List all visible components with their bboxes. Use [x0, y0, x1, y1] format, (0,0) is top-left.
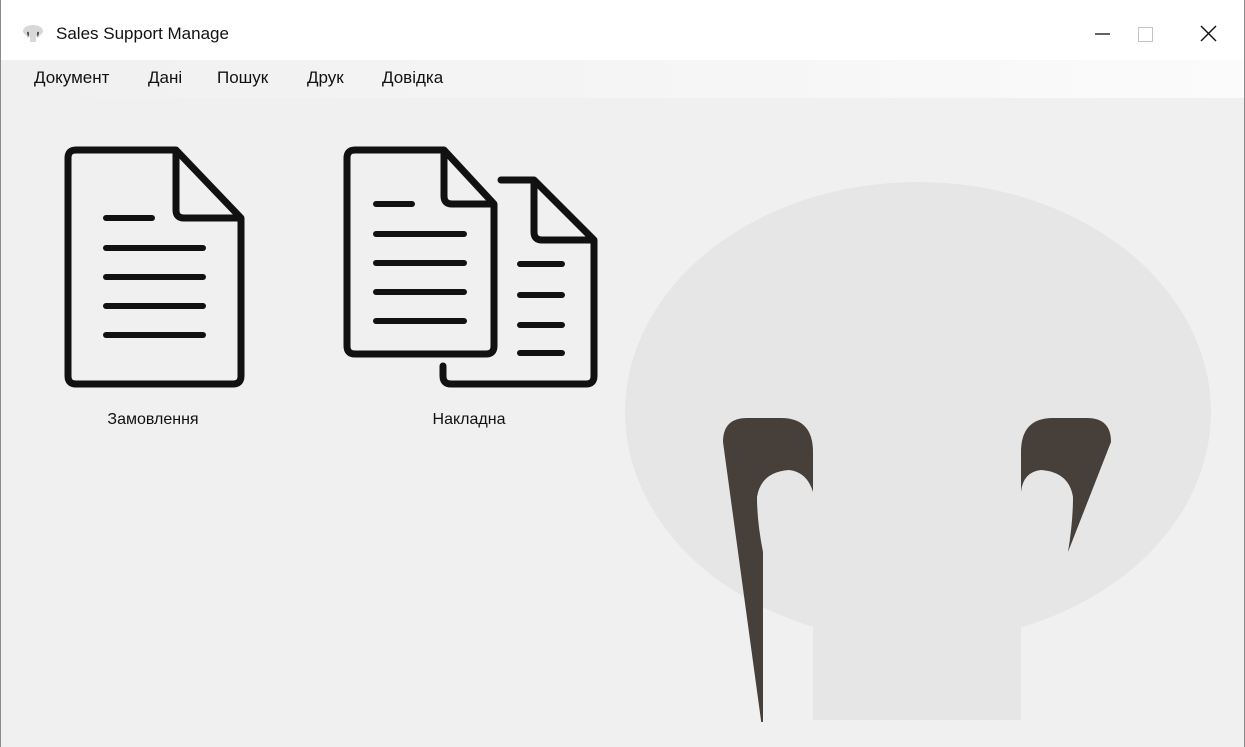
menu-print[interactable]: Друк [305, 68, 346, 88]
documents-icon [343, 146, 598, 388]
mushroom-icon [23, 25, 43, 42]
menu-data[interactable]: Дані [146, 68, 184, 88]
invoice-tile[interactable]: Накладна [336, 140, 606, 440]
mushroom-logo [625, 182, 1211, 722]
minimize-button[interactable] [1079, 14, 1133, 54]
maximize-button[interactable] [1128, 14, 1182, 54]
close-icon [1200, 25, 1217, 42]
app-window: Sales Support Manage Документ Дані Пошук… [0, 0, 1245, 747]
close-button[interactable] [1191, 14, 1245, 54]
minimize-icon [1095, 33, 1110, 35]
menu-search[interactable]: Пошук [215, 68, 270, 88]
window-title: Sales Support Manage [56, 24, 229, 43]
orders-tile[interactable]: Замовлення [56, 140, 256, 440]
menu-document[interactable]: Документ [32, 68, 111, 88]
orders-label: Замовлення [107, 411, 199, 428]
menu-bar [1, 60, 1244, 98]
menu-help[interactable]: Довідка [380, 68, 445, 88]
invoice-label: Накладна [432, 411, 506, 428]
maximize-icon [1138, 27, 1153, 42]
title-bar[interactable]: Sales Support Manage [1, 0, 1244, 60]
document-icon [64, 146, 245, 388]
